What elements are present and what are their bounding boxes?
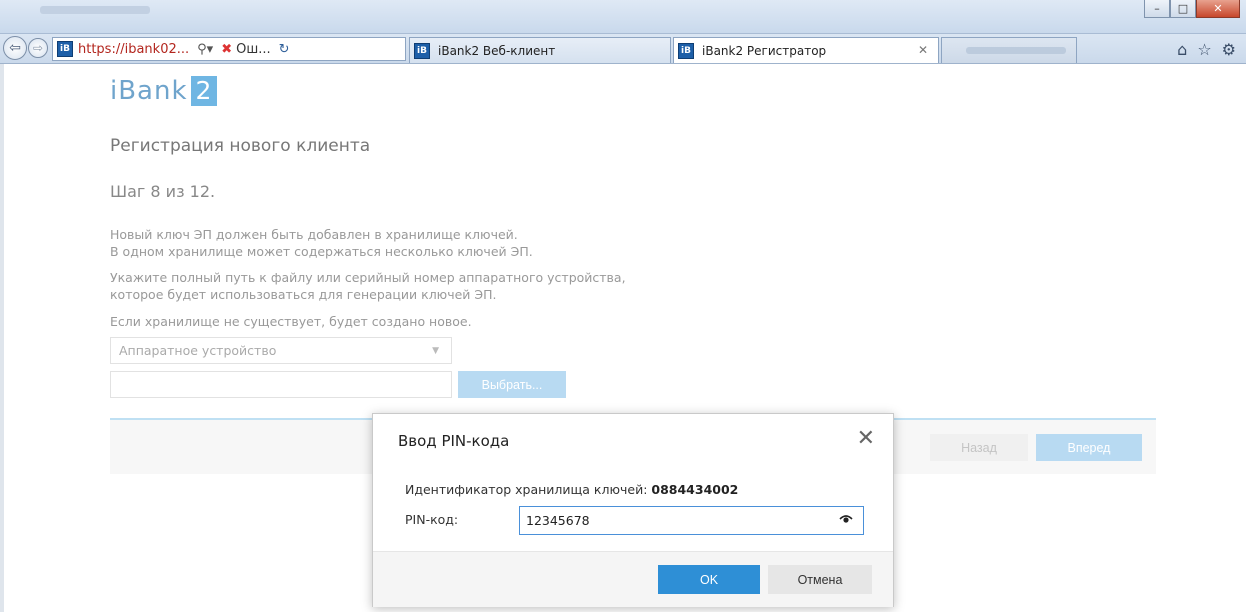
pin-label: PIN-код: [405, 512, 459, 527]
info-paragraph-path: Укажите полный путь к файлу или серийный… [110, 269, 626, 303]
address-bar[interactable]: iB https://ibank02... ⚲▾ ✖ Ош... ↻ [52, 37, 406, 61]
site-favicon-icon: iB [57, 41, 73, 57]
close-icon[interactable]: ✕ [857, 428, 875, 450]
eye-icon[interactable] [839, 512, 853, 526]
tab-label: iBank2 Регистратор [702, 43, 827, 58]
certificate-error-icon[interactable]: ✖ [221, 42, 232, 57]
logo-badge: 2 [190, 76, 218, 106]
page-title: Регистрация нового клиента [110, 136, 371, 156]
tab-error-label[interactable]: Ош... [236, 42, 271, 57]
info-paragraph-storage: Новый ключ ЭП должен быть добавлен в хра… [110, 226, 533, 260]
back-arrow-icon[interactable]: ⇦ [3, 36, 27, 60]
tab-blurred-title [966, 47, 1066, 54]
tab-blurred[interactable] [941, 37, 1077, 63]
cancel-button[interactable]: Отмена [768, 565, 872, 594]
pin-input[interactable] [519, 506, 864, 535]
search-icon[interactable]: ⚲▾ [197, 42, 213, 57]
tab-web-client[interactable]: iB iBank2 Веб-клиент [409, 37, 671, 63]
tab-registrator[interactable]: iB iBank2 Регистратор ✕ [673, 37, 939, 63]
storage-type-value: Аппаратное устройство [119, 343, 277, 358]
info-line: Если хранилище не существует, будет созд… [110, 314, 472, 329]
address-url[interactable]: https://ibank02... [78, 42, 189, 57]
home-icon[interactable]: ⌂ [1177, 40, 1187, 59]
ok-button[interactable]: OK [658, 565, 760, 594]
window-left-edge [0, 64, 4, 612]
storage-id-value: 0884434002 [651, 482, 739, 497]
refresh-icon[interactable]: ↻ [279, 42, 290, 57]
favorites-star-icon[interactable]: ☆ [1197, 40, 1211, 59]
info-line: Новый ключ ЭП должен быть добавлен в хра… [110, 227, 518, 242]
choose-button[interactable]: Выбрать... [458, 371, 566, 398]
tab-favicon-icon: iB [414, 42, 430, 59]
info-line: В одном хранилище может содержаться неск… [110, 244, 533, 259]
storage-type-select[interactable]: Аппаратное устройство ▼ [110, 337, 452, 364]
dialog-title: Ввод PIN-кода [398, 432, 510, 450]
step-indicator: Шаг 8 из 12. [110, 182, 216, 201]
window-controls: – □ ✕ [1144, 0, 1240, 18]
dialog-header: Ввод PIN-кода ✕ [373, 414, 893, 472]
logo-text: iBank [110, 76, 188, 106]
gear-icon[interactable]: ⚙ [1222, 40, 1236, 59]
tab-label: iBank2 Веб-клиент [438, 43, 556, 58]
window-close-icon[interactable]: ✕ [1196, 0, 1240, 18]
minimize-icon[interactable]: – [1144, 0, 1170, 18]
info-line: которое будет использоваться для генерац… [110, 287, 497, 302]
ibank-logo: iBank 2 [110, 76, 218, 106]
browser-titlebar: – □ ✕ [0, 0, 1246, 34]
chevron-down-icon: ▼ [432, 346, 439, 356]
next-button[interactable]: Вперед [1036, 434, 1142, 461]
browser-navbar: ⇦ ⇨ iB https://ibank02... ⚲▾ ✖ Ош... ↻ i… [0, 34, 1246, 64]
tab-favicon-icon: iB [678, 42, 694, 59]
info-line: Укажите полный путь к файлу или серийный… [110, 270, 626, 285]
storage-id-line: Идентификатор хранилища ключей: 08844340… [405, 482, 738, 497]
browser-tools: ⌂ ☆ ⚙ [1177, 40, 1236, 59]
back-button[interactable]: Назад [930, 434, 1028, 461]
maximize-icon[interactable]: □ [1170, 0, 1196, 18]
pin-dialog: Ввод PIN-кода ✕ Идентификатор хранилища … [372, 413, 894, 607]
forward-arrow-icon[interactable]: ⇨ [28, 38, 48, 58]
tab-close-icon[interactable]: ✕ [918, 43, 928, 57]
storage-id-label: Идентификатор хранилища ключей: [405, 482, 648, 497]
window-title-blurred [40, 6, 150, 14]
info-paragraph-new: Если хранилище не существует, будет созд… [110, 313, 472, 330]
storage-path-input[interactable] [110, 371, 452, 398]
